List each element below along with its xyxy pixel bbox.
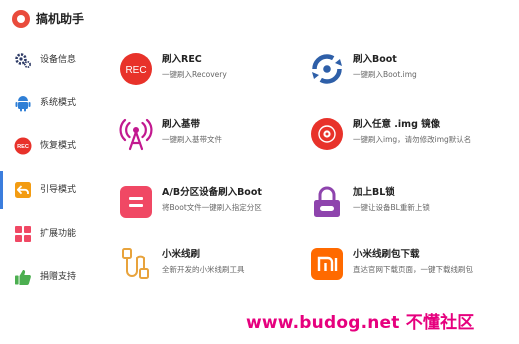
sidebar-item-label: 恢复模式 (40, 141, 77, 151)
app-logo (12, 10, 30, 28)
card-description: 全新开发的小米线刷工具 (162, 265, 245, 274)
sidebar-item-donate[interactable]: 捐赠支持 (0, 258, 100, 296)
svg-text:REC: REC (17, 144, 29, 150)
card-title: 刷入基带 (162, 119, 201, 130)
card-description: 一键刷入Boot.img (353, 70, 417, 79)
flash-rec-card[interactable]: REC 刷入REC 一键刷入Recovery (119, 50, 309, 94)
watermark: www.budog.net 不懂社区 (246, 313, 475, 333)
lock-icon (310, 185, 344, 219)
sidebar-item-label: 设备信息 (40, 55, 77, 65)
boot-disc-icon (310, 52, 344, 86)
flash-img-card[interactable]: 刷入任意 .img 镜像 一键刷入img，请勿修改img默认名 (310, 115, 500, 159)
flash-baseband-card[interactable]: 刷入基带 一键刷入基带文件 (119, 115, 309, 159)
card-title: 刷入Boot (353, 54, 397, 65)
sidebar: 设备信息 系统模式 REC 恢复模式 引导模式 扩展功能 捐赠支持 (0, 36, 100, 344)
card-description: 直达官网下载页面，一键下载线刷包 (353, 265, 473, 274)
sidebar-item-label: 扩展功能 (40, 229, 77, 239)
rec-icon: REC (119, 52, 153, 86)
ab-partition-boot-card[interactable]: A/B分区设备刷入Boot 将Boot文件一键刷入指定分区 (119, 183, 309, 227)
card-description: 一键刷入基带文件 (162, 135, 222, 144)
sidebar-item-extensions[interactable]: 扩展功能 (0, 215, 100, 253)
card-description: 一键刷入Recovery (162, 70, 227, 79)
partition-icon (119, 185, 153, 219)
xiaomi-flash-card[interactable]: 小米线刷 全新开发的小米线刷工具 (119, 245, 309, 289)
usb-cable-icon (119, 247, 153, 281)
app-title: 搞机助手 (36, 12, 85, 26)
card-title: 加上BL锁 (353, 187, 395, 198)
card-description: 一键让设备BL重新上锁 (353, 203, 430, 212)
sidebar-item-label: 捐赠支持 (40, 272, 77, 282)
app-window: 搞机助手 设备信息 系统模式 REC 恢复模式 引导模式 扩展功能 捐赠支持 R… (0, 0, 519, 344)
svg-text:REC: REC (125, 65, 146, 76)
flash-boot-card[interactable]: 刷入Boot 一键刷入Boot.img (310, 50, 500, 94)
xiaomi-rom-download-card[interactable]: 小米线刷包下载 直达官网下载页面，一键下载线刷包 (310, 245, 500, 289)
card-description: 一键刷入img，请勿修改img默认名 (353, 135, 472, 144)
sidebar-item-label: 引导模式 (40, 185, 77, 195)
grid-icon (14, 225, 32, 243)
disc-icon (310, 117, 344, 151)
antenna-icon (119, 117, 153, 151)
card-title: A/B分区设备刷入Boot (162, 187, 262, 198)
card-title: 刷入REC (162, 54, 202, 65)
sidebar-item-label: 系统模式 (40, 98, 77, 108)
card-title: 刷入任意 .img 镜像 (353, 119, 441, 130)
thumbs-up-icon (14, 268, 32, 286)
boot-arrow-icon (14, 181, 32, 199)
android-icon (14, 94, 32, 112)
header: 搞机助手 (0, 0, 519, 36)
card-title: 小米线刷包下载 (353, 249, 420, 260)
sidebar-item-boot-mode[interactable]: 引导模式 (0, 171, 100, 209)
sidebar-item-system-mode[interactable]: 系统模式 (0, 84, 100, 122)
rec-icon: REC (14, 137, 32, 155)
card-description: 将Boot文件一键刷入指定分区 (162, 203, 262, 212)
card-title: 小米线刷 (162, 249, 201, 260)
relock-bl-card[interactable]: 加上BL锁 一键让设备BL重新上锁 (310, 183, 500, 227)
sidebar-item-device-info[interactable]: 设备信息 (0, 41, 100, 79)
gear-icon (14, 51, 32, 69)
sidebar-item-recovery-mode[interactable]: REC 恢复模式 (0, 127, 100, 165)
mi-logo-icon (310, 247, 344, 281)
